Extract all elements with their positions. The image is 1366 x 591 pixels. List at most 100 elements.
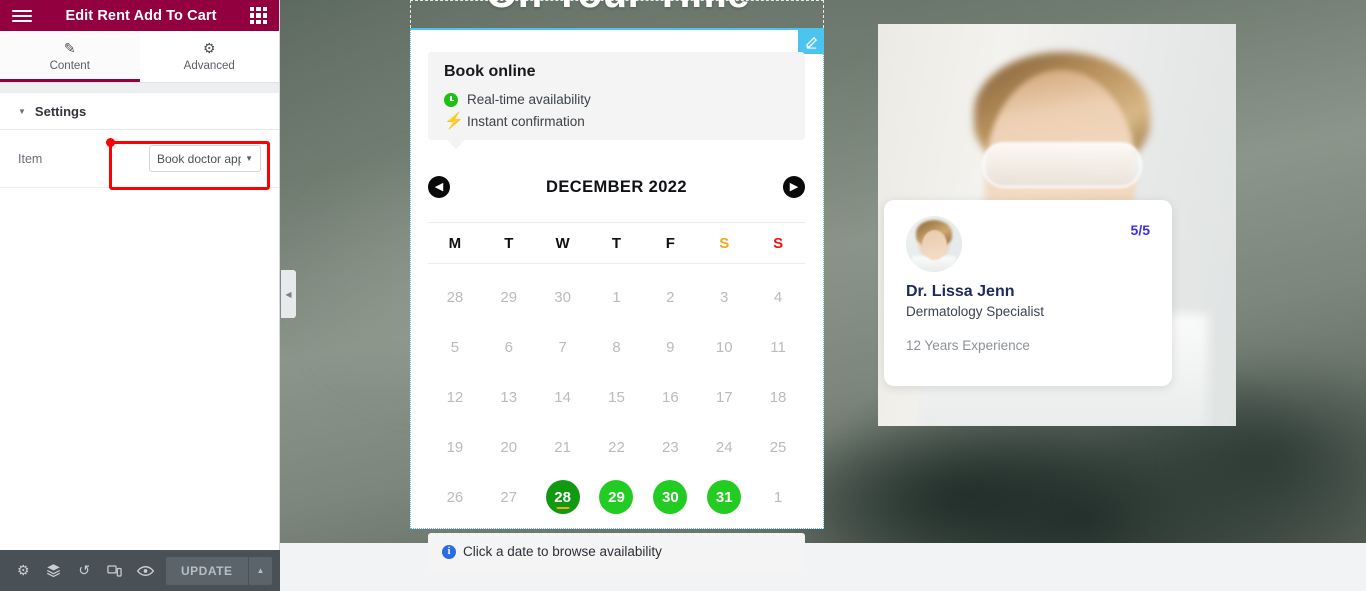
calendar-day-cell: 2: [666, 288, 675, 306]
calendar-day-cell: 17: [715, 388, 733, 406]
doctor-name: Dr. Lissa Jenn: [906, 283, 1015, 300]
apps-grid-icon[interactable]: [250, 7, 267, 24]
calendar-day-cell: 5: [450, 338, 460, 356]
pencil-icon: [806, 36, 817, 49]
calendar-day-cell: 7: [558, 338, 567, 356]
calendar-day-cell: 23: [662, 438, 679, 456]
calendar-day-cell: 13: [500, 388, 518, 406]
feature-realtime-availability: Real-time availability: [444, 89, 789, 111]
info-icon: i: [442, 544, 456, 559]
responsive-mode-icon[interactable]: [100, 550, 131, 591]
calendar-day-cell: 6: [504, 338, 513, 356]
calendar-info-bar: i Click a date to browse availability: [428, 533, 805, 570]
calendar-day-cell: 10: [715, 338, 733, 356]
calendar-day-cell: 29: [500, 288, 518, 306]
calendar-day-cell: 1: [612, 288, 621, 306]
calendar-month-label: DECEMBER 2022: [546, 177, 687, 196]
control-row-item: Item Book doctor appoi ▼: [0, 130, 279, 188]
calendar-day-cell[interactable]: 28: [536, 472, 590, 522]
responsive-glyph: [107, 564, 122, 577]
avatar: [906, 216, 962, 272]
calendar-day-cell[interactable]: 31: [697, 472, 751, 522]
panel-tabs: ✎ Content ⚙ Advanced: [0, 31, 279, 83]
preview-icon[interactable]: [130, 550, 161, 591]
calendar-day-cell: 14: [554, 388, 571, 406]
calendar-day-available-pill: 31: [707, 480, 742, 514]
calendar-day-cell: 19: [446, 438, 464, 456]
calendar-day-cell: 22: [608, 438, 625, 456]
weekday-header-5: S: [719, 234, 730, 252]
calendar-info-text: Click a date to browse availability: [463, 544, 662, 559]
panel-bottom-toolbar: ⚙ ↺ UPDATE ▲: [0, 550, 280, 591]
book-online-title: Book online: [444, 63, 536, 80]
item-select-value: Book doctor appoi: [157, 151, 242, 166]
calendar-day-cell: 11: [770, 338, 786, 356]
panel-divider-strip: [0, 83, 279, 93]
section-settings[interactable]: ▼ Settings: [0, 93, 279, 130]
update-button[interactable]: UPDATE: [165, 556, 248, 585]
calendar-day-cell: 30: [554, 288, 571, 306]
calendar-day-cell: 26: [446, 488, 464, 506]
weekday-header-6: S: [773, 234, 784, 252]
page-title: Edit Rent Add To Cart: [65, 7, 217, 24]
calendar-day-cell: 27: [500, 488, 518, 506]
calendar-day-cell: 4: [773, 288, 783, 306]
section-label: Settings: [34, 103, 87, 119]
calendar-day-available-pill: 28: [545, 480, 580, 514]
tab-label: Advanced: [183, 60, 235, 72]
weekday-header-4: F: [665, 234, 675, 252]
calendar-day-available-pill: 30: [653, 480, 688, 514]
layers-icon[interactable]: [39, 550, 70, 591]
calendar-day-cell: 16: [662, 388, 679, 406]
doctor-card[interactable]: 5/5 Dr. Lissa Jenn Dermatology Specialis…: [884, 200, 1172, 386]
doctor-rating: 5/5: [1130, 222, 1150, 238]
feature-label: Instant confirmation: [467, 114, 585, 129]
item-select[interactable]: Book doctor appoi ▼: [149, 145, 261, 172]
panel-collapse-handle[interactable]: ◀: [281, 270, 296, 318]
calendar-next-month-button[interactable]: ▶: [783, 176, 805, 198]
calendar-day-cell[interactable]: 29: [590, 472, 644, 522]
photo-safety-glasses: [982, 142, 1142, 188]
calendar-day-cell: 3: [720, 288, 729, 306]
calendar-prev-month-button[interactable]: ◀: [428, 176, 450, 198]
doctor-specialty: Dermatology Specialist: [906, 304, 1045, 319]
calendar-day-cell: 12: [446, 388, 464, 406]
settings-icon[interactable]: ⚙: [8, 550, 39, 591]
weekday-header-0: M: [448, 234, 462, 252]
feature-label: Real-time availability: [467, 92, 591, 107]
calendar-day-cell: 8: [612, 338, 621, 356]
eye-glyph: [136, 565, 154, 576]
tab-label: Content: [49, 60, 90, 72]
panel-header: Edit Rent Add To Cart: [0, 0, 279, 31]
update-options-button[interactable]: ▲: [247, 556, 272, 585]
calendar-day-cell: 20: [500, 438, 518, 456]
calendar-day-available-pill: 29: [599, 480, 634, 514]
feature-instant-confirmation: ⚡ Instant confirmation: [444, 111, 789, 133]
doctor-experience: 12 Years Experience: [906, 338, 1030, 353]
tab-advanced[interactable]: ⚙ Advanced: [139, 31, 279, 82]
bolt-icon: ⚡: [444, 113, 464, 130]
calendar-day-cell: 24: [715, 438, 733, 456]
weekday-header-1: T: [504, 234, 514, 252]
calendar-day-grid[interactable]: 28 29 30 1 2 3 4 5 6 7 8 9 10 11 12 13 14 15 16 17 18 19 20 21 2…: [428, 272, 805, 522]
weekday-header-2: W: [555, 234, 570, 252]
hamburger-icon[interactable]: [12, 9, 32, 22]
book-online-card: Book online Real-time availability ⚡ Ins…: [428, 52, 805, 149]
calendar-day-cell: 15: [608, 388, 625, 406]
calendar-day-cell[interactable]: 30: [643, 472, 697, 522]
widget-selected-topline: [410, 28, 824, 30]
chevron-down-icon: ▼: [245, 154, 253, 163]
tab-content[interactable]: ✎ Content: [0, 31, 140, 82]
history-icon[interactable]: ↺: [69, 550, 100, 591]
calendar-day-cell: 21: [554, 438, 571, 456]
calendar-day-cell: 25: [769, 438, 787, 456]
calendar-day-cell: 18: [769, 388, 787, 406]
calendar-weekday-header: MTWTFSS: [428, 222, 805, 264]
control-label-item: Item: [18, 151, 43, 166]
chevron-down-icon: ▼: [18, 106, 26, 116]
calendar-month-nav: ◀ DECEMBER 2022 ▶: [428, 170, 805, 204]
edit-widget-badge[interactable]: [798, 30, 824, 54]
editor-panel: Edit Rent Add To Cart ✎ Content ⚙ Advanc…: [0, 0, 280, 591]
weekday-header-3: T: [611, 234, 622, 252]
gear-icon: ⚙: [202, 40, 216, 56]
